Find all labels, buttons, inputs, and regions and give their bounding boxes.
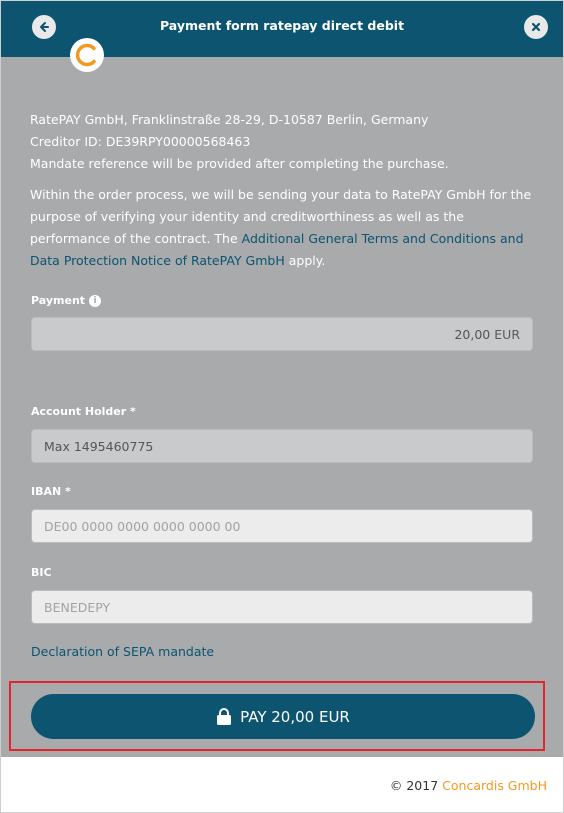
bic-input[interactable]: BENEDEPY (31, 590, 533, 624)
mandate-info: RatePAY GmbH, Franklinstraße 28-29, D-10… (30, 109, 535, 272)
concardis-logo-icon (70, 38, 104, 72)
payment-amount-field: 20,00 EUR (31, 317, 533, 351)
bic-label: BIC (31, 566, 52, 579)
payment-dialog: Payment form ratepay direct debit RatePA… (0, 0, 564, 813)
iban-label: IBAN * (31, 485, 71, 498)
creditor-id: Creditor ID: DE39RPY00000568463 (30, 134, 251, 149)
lock-icon (216, 708, 232, 725)
account-holder-label: Account Holder * (31, 405, 136, 418)
dialog-title: Payment form ratepay direct debit (159, 18, 405, 33)
copyright: © 2017 Concardis GmbH (389, 778, 547, 793)
creditor-address: RatePAY GmbH, Franklinstraße 28-29, D-10… (30, 112, 429, 127)
payment-amount: 20,00 (454, 327, 491, 342)
payment-currency: EUR (494, 327, 520, 342)
iban-input[interactable]: DE00 0000 0000 0000 0000 00 (31, 509, 533, 543)
pay-button-label: PAY 20,00 EUR (240, 707, 350, 726)
payment-label: Payment i (31, 294, 102, 307)
mandate-note: Mandate reference will be provided after… (30, 156, 449, 171)
account-holder-field: Max 1495460775 (31, 429, 533, 463)
info-icon[interactable]: i (89, 295, 102, 307)
terms-text: Within the order process, we will be sen… (30, 187, 532, 268)
sepa-mandate-link[interactable]: Declaration of SEPA mandate (31, 644, 214, 659)
close-icon (531, 22, 541, 32)
footer: © 2017 Concardis GmbH (1, 757, 563, 812)
pay-button[interactable]: PAY 20,00 EUR (31, 694, 535, 739)
brand-link[interactable]: Concardis GmbH (442, 778, 547, 793)
close-button[interactable] (524, 15, 548, 39)
